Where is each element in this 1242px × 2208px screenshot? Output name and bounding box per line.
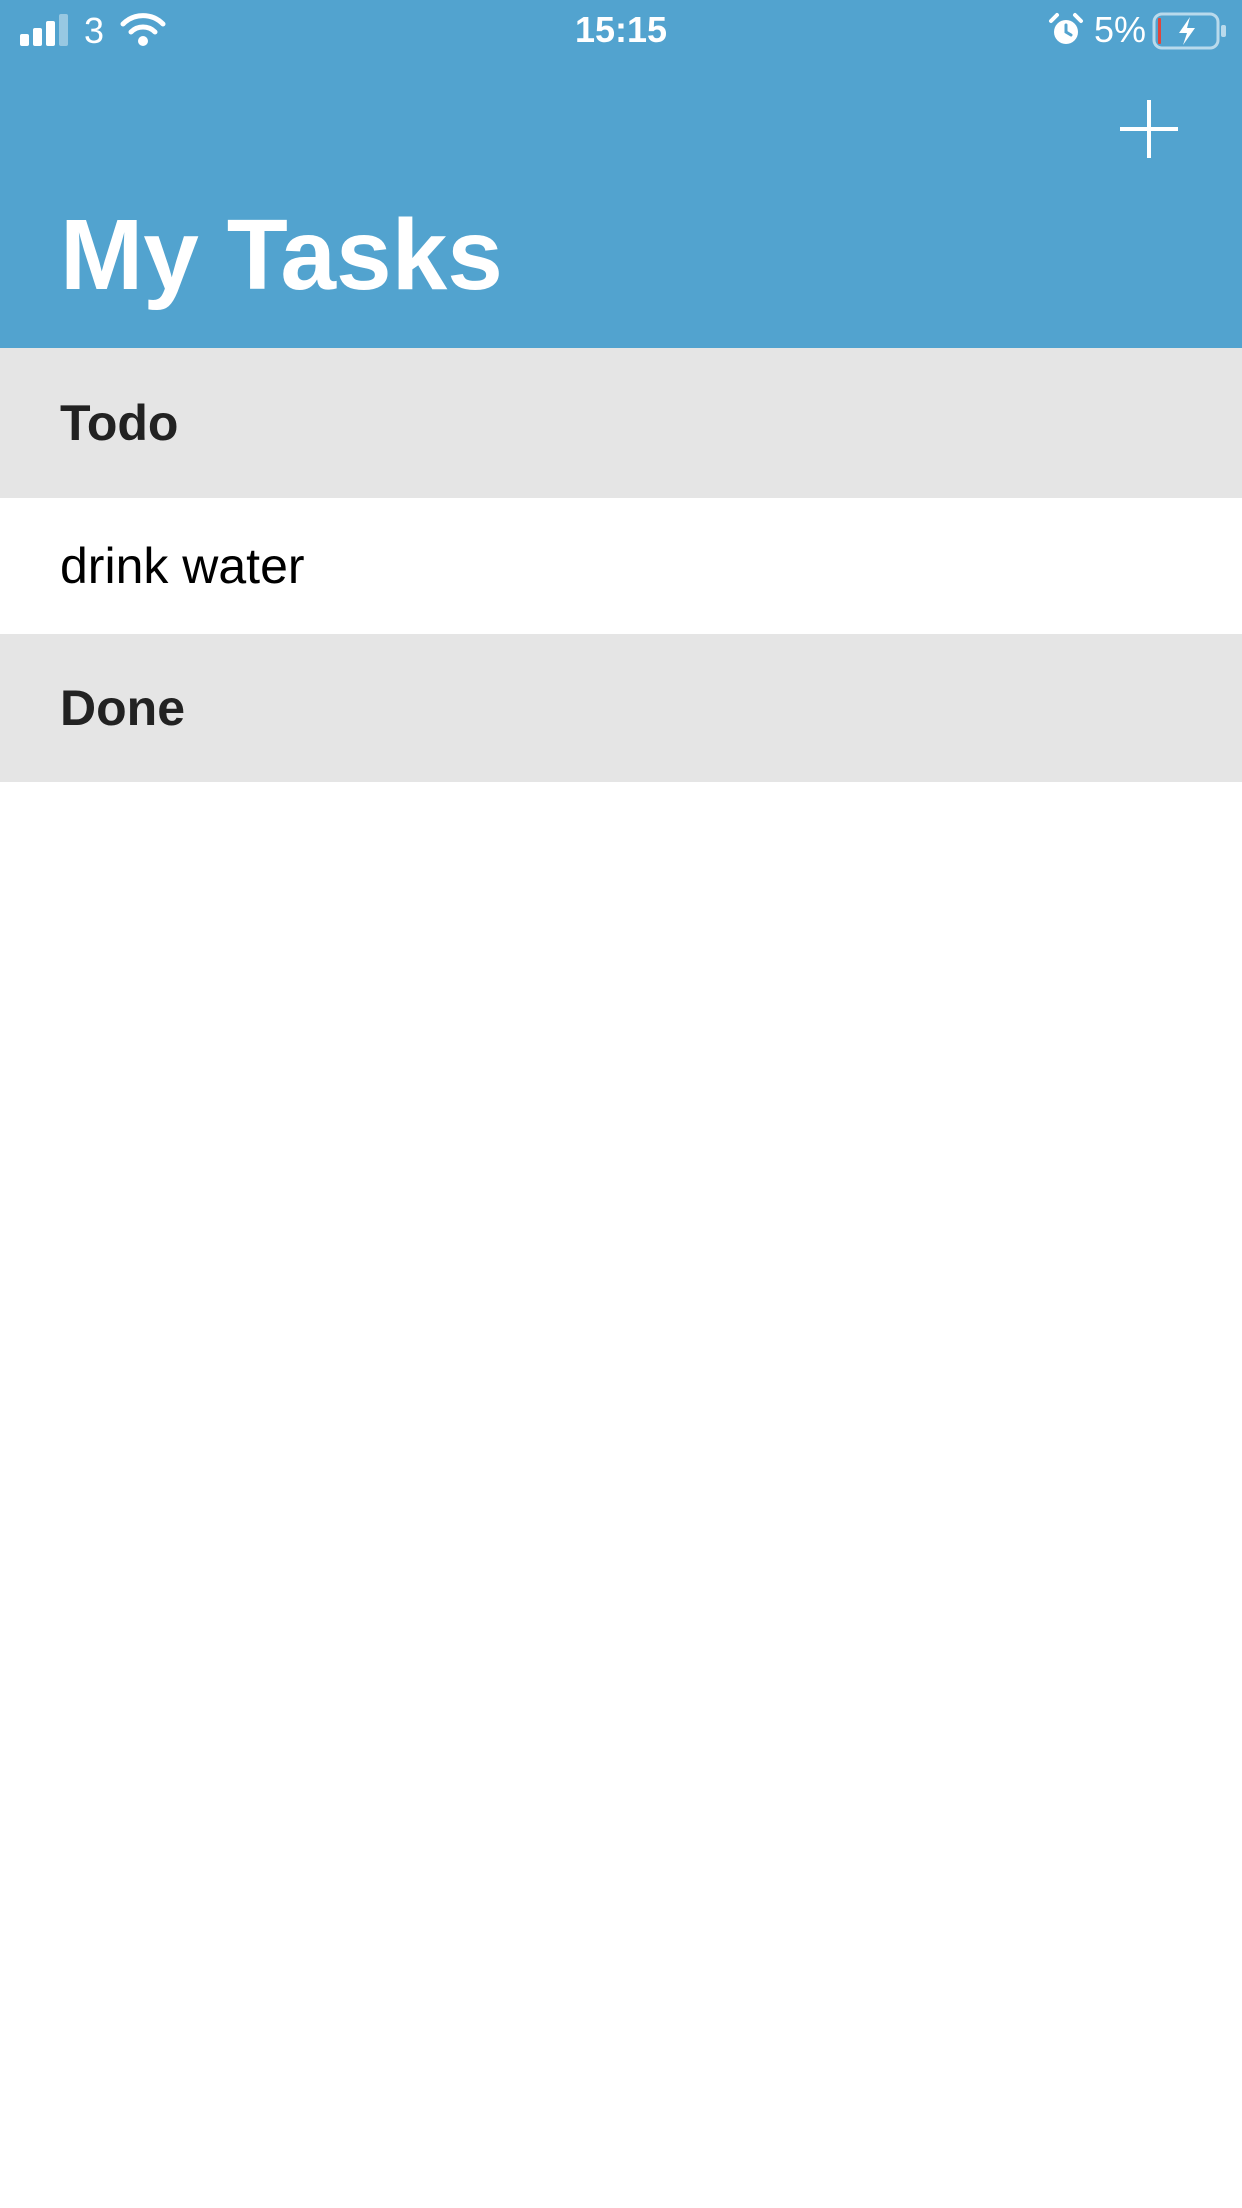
charging-bolt-icon [1179, 17, 1195, 45]
alarm-icon [1049, 13, 1083, 44]
section-header-todo: Todo [0, 348, 1242, 498]
page-title: My Tasks [60, 199, 503, 311]
section-title: Done [60, 680, 185, 736]
plus-icon [1120, 100, 1178, 158]
task-row[interactable]: drink water [0, 498, 1242, 634]
task-label: drink water [60, 538, 305, 594]
add-task-button[interactable] [1106, 86, 1192, 172]
section-title: Todo [60, 395, 179, 451]
section-header-done: Done [0, 634, 1242, 782]
battery-icon [1152, 12, 1226, 50]
battery-percentage: 5% [1094, 9, 1147, 50]
status-bar: 3 15:15 5% [0, 0, 1242, 62]
app-header: 3 15:15 5% My Tasks [0, 0, 1242, 348]
